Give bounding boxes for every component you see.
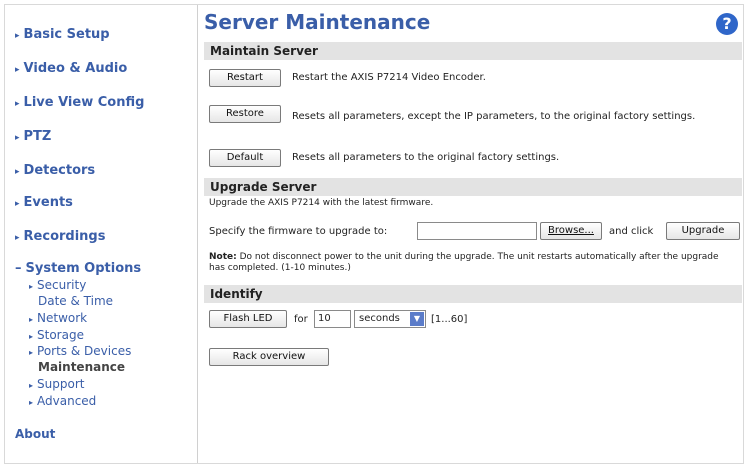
chevron-right-icon: ▸ [29, 332, 34, 341]
chevron-right-icon: ▸ [15, 199, 20, 209]
chevron-right-icon: ▸ [29, 315, 34, 324]
chevron-right-icon: ▸ [29, 398, 34, 407]
for-label: for [294, 314, 308, 325]
sidebar-subitem-security[interactable]: ▸ Security [29, 278, 86, 292]
section-header-identify: Identify [204, 285, 742, 303]
upgrade-button[interactable]: Upgrade [666, 222, 740, 240]
firmware-label: Specify the firmware to upgrade to: [209, 226, 388, 237]
chevron-right-icon: ▸ [15, 31, 20, 41]
default-button[interactable]: Default [209, 149, 281, 167]
main-content: Server Maintenance ? Maintain Server Res… [204, 5, 742, 463]
help-icon[interactable]: ? [716, 13, 738, 35]
and-click-label: and click [609, 226, 654, 237]
note-text: Do not disconnect power to the unit duri… [209, 252, 719, 273]
note-label: Note: [209, 252, 237, 262]
sidebar-item-video-audio[interactable]: ▸ Video & Audio [15, 61, 127, 76]
sidebar-item-basic-setup[interactable]: ▸ Basic Setup [15, 27, 110, 42]
sidebar-item-recordings[interactable]: ▸ Recordings [15, 229, 105, 244]
page-title: Server Maintenance [204, 10, 431, 34]
chevron-right-icon: ▸ [15, 167, 20, 177]
chevron-right-icon: ▸ [29, 282, 34, 291]
sidebar-subitem-date-time[interactable]: Date & Time [38, 294, 113, 308]
chevron-right-icon: ▸ [15, 99, 20, 109]
browse-button[interactable]: Browse... [540, 222, 602, 240]
firmware-file-input[interactable] [417, 222, 537, 240]
section-header-maintain-server: Maintain Server [204, 42, 742, 60]
section-header-upgrade-server: Upgrade Server [204, 178, 742, 196]
page-frame: ▸ Basic Setup ▸ Video & Audio ▸ Live View C… [4, 4, 744, 464]
chevron-right-icon: ▸ [15, 65, 20, 75]
restart-button[interactable]: Restart [209, 69, 281, 87]
chevron-down-icon: ▼ [410, 312, 424, 326]
sidebar-subitem-ports-devices[interactable]: ▸ Ports & Devices [29, 344, 131, 358]
duration-input[interactable]: 10 [314, 310, 351, 328]
restore-description: Resets all parameters, except the IP par… [292, 111, 696, 122]
sidebar-item-about[interactable]: About [15, 427, 55, 441]
duration-range: [1...60] [431, 314, 468, 325]
chevron-right-icon: ▸ [29, 381, 34, 390]
sidebar: ▸ Basic Setup ▸ Video & Audio ▸ Live View C… [5, 5, 198, 463]
chevron-right-icon: ▸ [29, 348, 34, 357]
restart-description: Restart the AXIS P7214 Video Encoder. [292, 72, 486, 83]
upgrade-intro: Upgrade the AXIS P7214 with the latest f… [209, 198, 434, 208]
chevron-right-icon: ▸ [15, 233, 20, 243]
rack-overview-button[interactable]: Rack overview [209, 348, 329, 366]
sidebar-item-events[interactable]: ▸ Events [15, 195, 73, 210]
sidebar-item-detectors[interactable]: ▸ Detectors [15, 163, 95, 178]
sidebar-item-live-view-config[interactable]: ▸ Live View Config [15, 95, 144, 110]
sidebar-item-system-options[interactable]: – System Options [15, 261, 141, 276]
chevron-right-icon: ▸ [15, 133, 20, 143]
sidebar-subitem-network[interactable]: ▸ Network [29, 311, 87, 325]
upgrade-note: Note: Do not disconnect power to the uni… [209, 252, 719, 274]
sidebar-subitem-support[interactable]: ▸ Support [29, 377, 84, 391]
sidebar-subitem-advanced[interactable]: ▸ Advanced [29, 394, 96, 408]
default-description: Resets all parameters to the original fa… [292, 152, 560, 163]
flash-led-button[interactable]: Flash LED [209, 310, 287, 328]
sidebar-item-ptz[interactable]: ▸ PTZ [15, 129, 51, 144]
sidebar-subitem-maintenance[interactable]: Maintenance [38, 360, 125, 374]
collapse-dash-icon: – [15, 261, 22, 276]
duration-unit-select[interactable]: seconds ▼ [354, 310, 426, 328]
sidebar-subitem-storage[interactable]: ▸ Storage [29, 328, 84, 342]
